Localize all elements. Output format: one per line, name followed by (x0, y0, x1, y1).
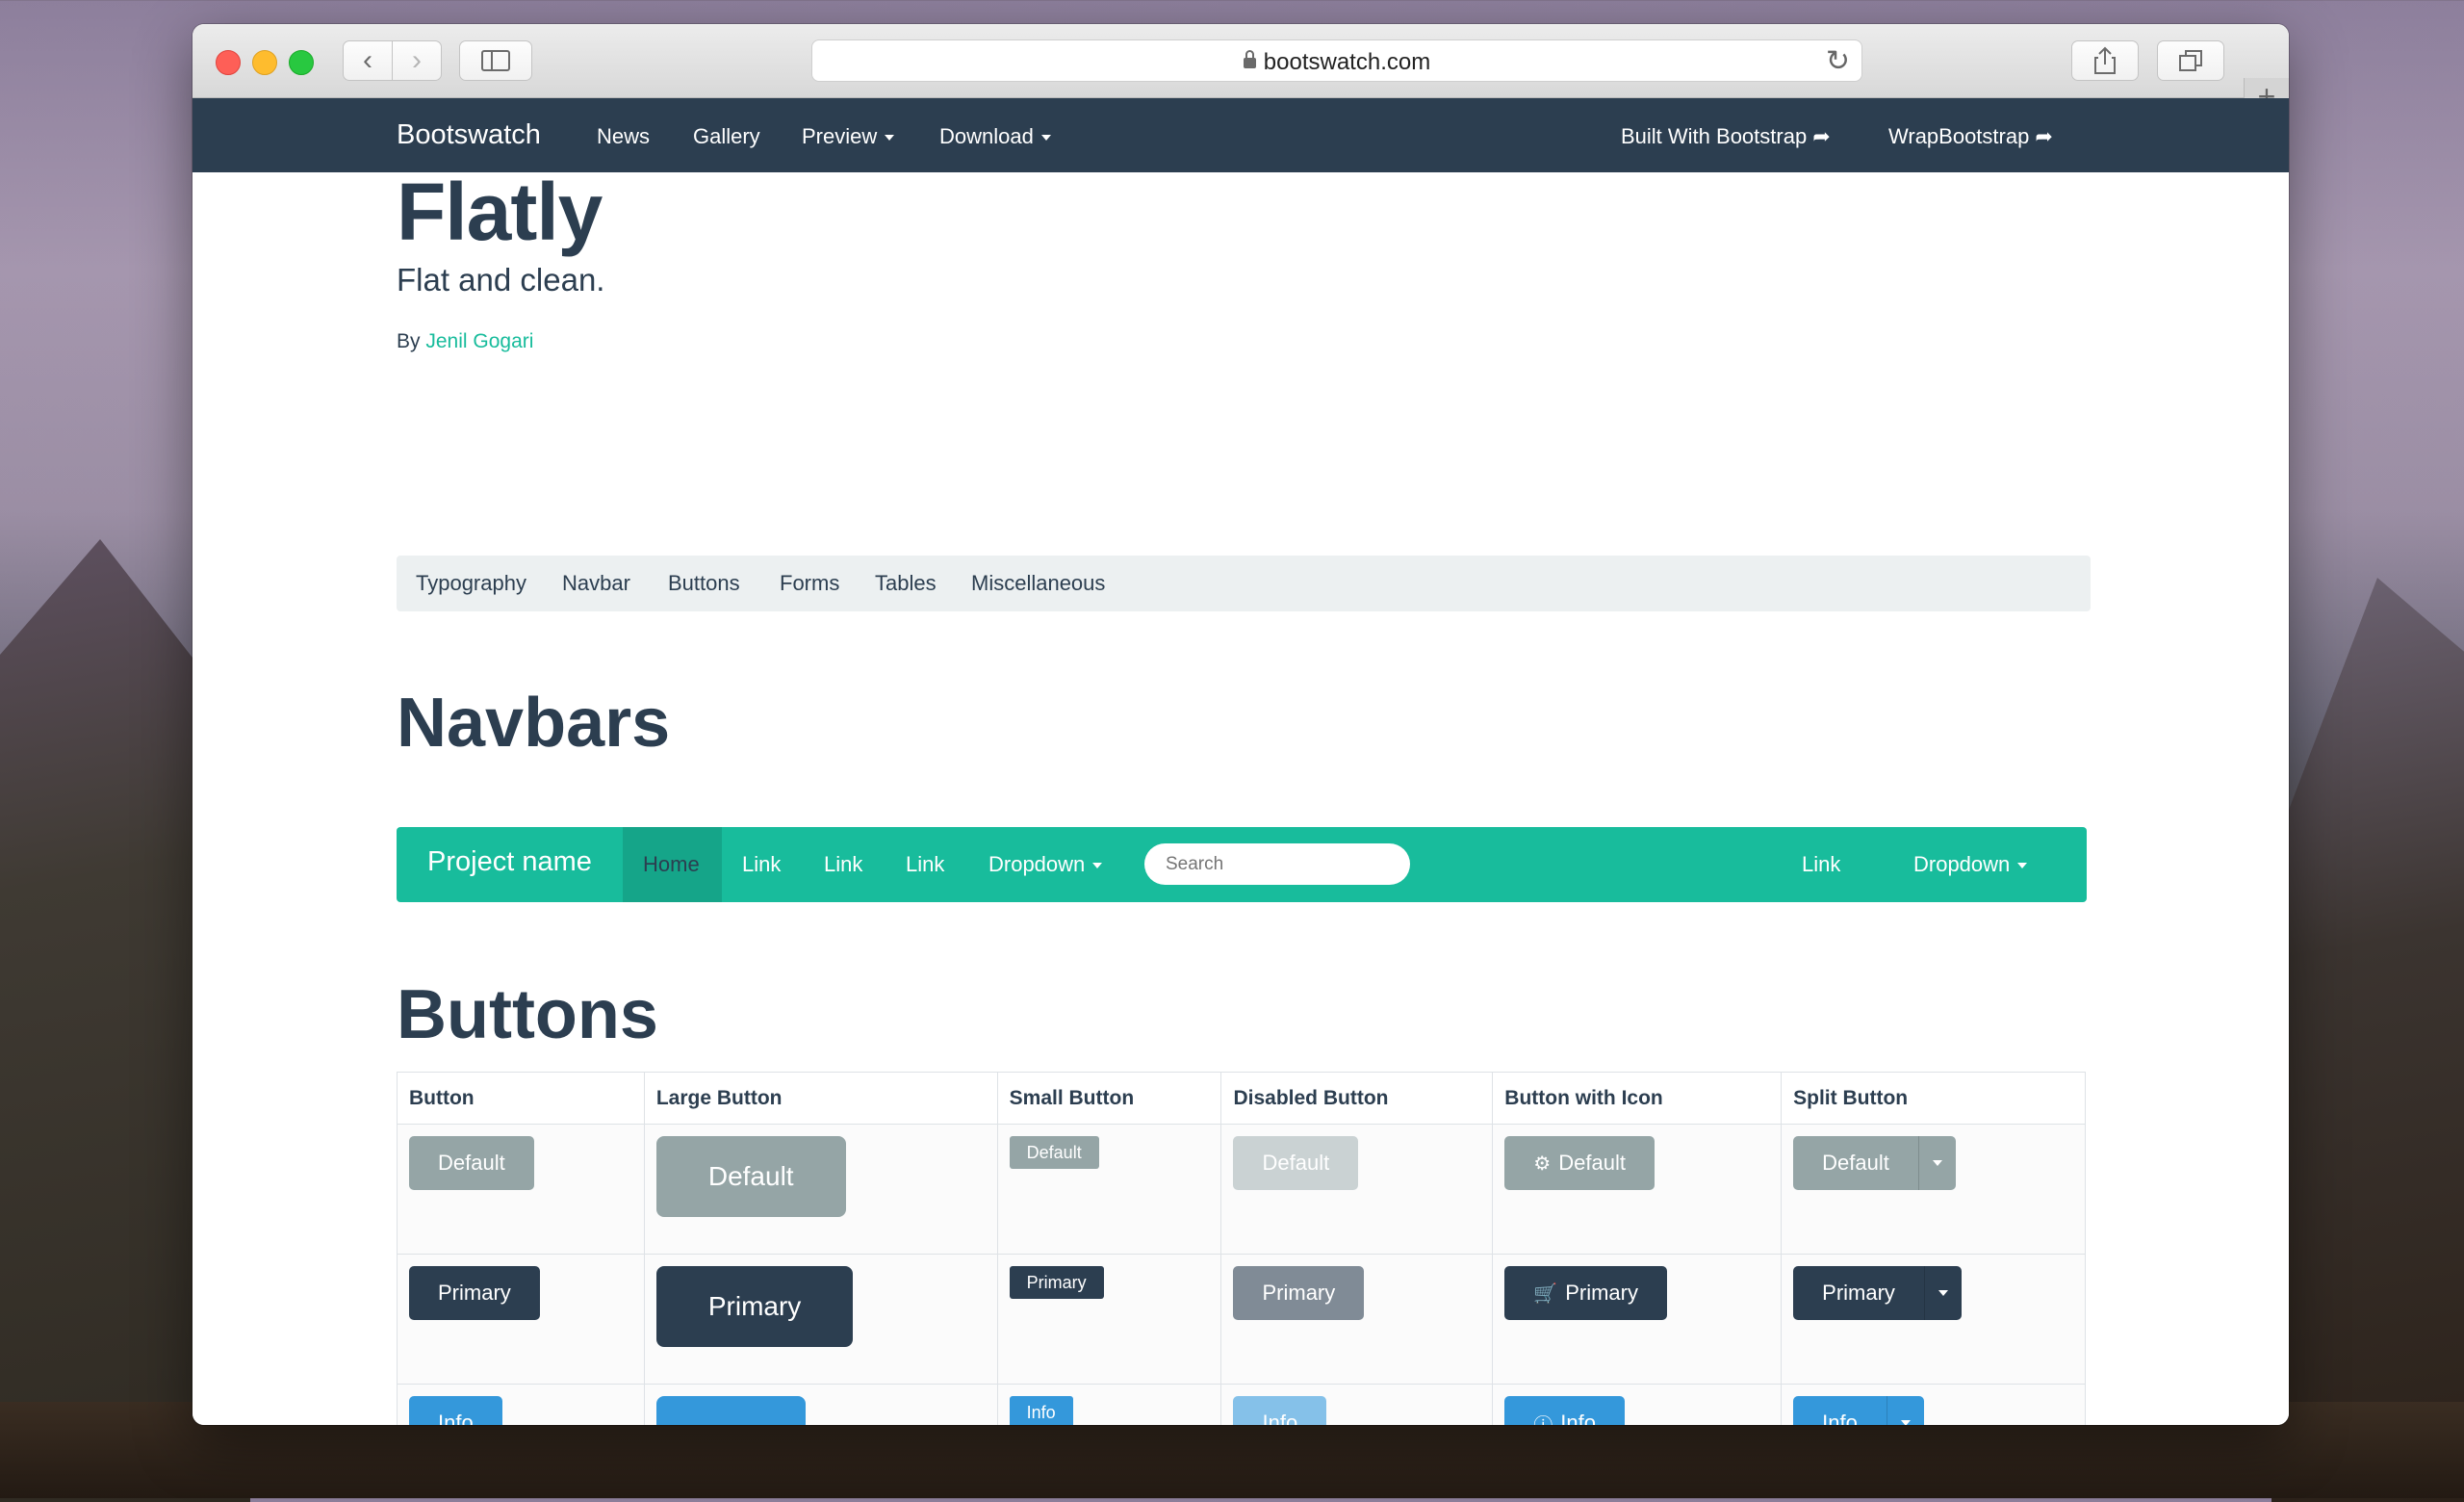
gear-icon: ⚙ (1533, 1152, 1552, 1175)
info-icon-button[interactable]: ⓘInfo (1504, 1396, 1625, 1425)
navbars-heading: Navbars (397, 685, 671, 762)
reload-icon[interactable]: ↻ (1826, 44, 1850, 78)
demo-nav-link-2[interactable]: Link (824, 852, 862, 877)
share-button[interactable] (2071, 40, 2139, 81)
caret-down-icon (885, 135, 895, 142)
demo-nav-link-3[interactable]: Link (906, 852, 944, 877)
info-split-button: Info (1793, 1396, 1924, 1425)
close-window-button[interactable] (216, 50, 241, 75)
default-split-button: Default (1793, 1136, 1956, 1190)
info-small-button[interactable]: Info (1009, 1396, 1073, 1425)
header-small-button: Small Button (996, 1072, 1222, 1125)
share-arrow-icon: ➦ (1812, 124, 1831, 148)
primary-small-button[interactable]: Primary (1009, 1266, 1104, 1299)
subnav-navbar[interactable]: Navbar (562, 571, 630, 596)
primary-split-main[interactable]: Primary (1793, 1266, 1924, 1320)
site-navbar: Bootswatch News Gallery Preview Download… (192, 98, 2289, 172)
nav-preview[interactable]: Preview (802, 124, 895, 149)
sidebar-toggle-button[interactable] (459, 40, 532, 81)
demo-navbar-brand[interactable]: Project name (427, 846, 592, 878)
primary-large-button[interactable]: Primary (655, 1266, 854, 1347)
nav-news[interactable]: News (597, 124, 650, 149)
forward-button[interactable]: › (392, 40, 442, 81)
table-row: Info Info Info Info ⓘInfo Info (397, 1384, 2086, 1425)
address-url: bootswatch.com (1263, 49, 1431, 75)
header-button: Button (397, 1072, 645, 1125)
info-split-toggle[interactable] (1886, 1396, 1924, 1425)
info-circle-icon: ⓘ (1533, 1410, 1553, 1426)
info-split-main[interactable]: Info (1793, 1396, 1886, 1425)
default-split-main[interactable]: Default (1793, 1136, 1918, 1190)
back-button[interactable]: ‹ (343, 40, 393, 81)
demo-search-input[interactable] (1144, 843, 1410, 885)
header-button-with-icon: Button with Icon (1492, 1072, 1783, 1125)
info-disabled-button: Info (1233, 1396, 1327, 1425)
browser-window: ‹ › bootswatch.com ↻ + Bootswatch News G… (192, 24, 2289, 1425)
demo-nav-right-link[interactable]: Link (1802, 852, 1840, 877)
primary-icon-button[interactable]: 🛒 Primary (1504, 1266, 1667, 1320)
lock-icon (1243, 50, 1256, 68)
site-brand[interactable]: Bootswatch (397, 119, 541, 151)
demo-navbar: Project name Home Link Link Link Dropdow… (397, 827, 2087, 902)
primary-disabled-button: Primary (1233, 1266, 1365, 1320)
buttons-table: Button Large Button Small Button Disable… (397, 1072, 2086, 1425)
nav-built-with-bootstrap[interactable]: Built With Bootstrap ➦ (1621, 124, 1831, 149)
caret-down-icon (2017, 863, 2028, 869)
subnav-forms[interactable]: Forms (780, 571, 839, 596)
default-large-button[interactable]: Default (655, 1136, 846, 1217)
table-header-row: Button Large Button Small Button Disable… (397, 1072, 2086, 1125)
header-disabled-button: Disabled Button (1220, 1072, 1494, 1125)
caret-down-icon (1040, 135, 1051, 142)
tabs-overview-button[interactable] (2157, 40, 2224, 81)
zoom-window-button[interactable] (289, 50, 314, 75)
default-split-toggle[interactable] (1917, 1136, 1956, 1190)
demo-nav-home[interactable]: Home (643, 852, 700, 877)
share-icon (2094, 46, 2116, 74)
author-line: By Jenil Gogari (397, 330, 534, 352)
table-row: Primary Primary Primary Primary 🛒 Primary… (397, 1254, 2086, 1385)
demo-nav-dropdown[interactable]: Dropdown (988, 852, 1103, 877)
browser-toolbar: ‹ › bootswatch.com ↻ + (192, 24, 2289, 117)
subnav-tables[interactable]: Tables (875, 571, 937, 596)
chevron-right-icon: › (412, 44, 422, 76)
caret-down-icon (1092, 863, 1103, 869)
buttons-heading: Buttons (397, 976, 658, 1053)
cart-icon: 🛒 (1533, 1282, 1558, 1305)
sidebar-icon (481, 50, 510, 71)
nav-wrapbootstrap[interactable]: WrapBootstrap ➦ (1888, 124, 2053, 149)
primary-button[interactable]: Primary (409, 1266, 540, 1320)
wallpaper-mountain-right (2272, 578, 2464, 1502)
info-button[interactable]: Info (409, 1396, 502, 1425)
nav-download[interactable]: Download (939, 124, 1051, 149)
primary-split-toggle[interactable] (1923, 1266, 1962, 1320)
caret-down-icon (1932, 1160, 1942, 1166)
subnav-buttons[interactable]: Buttons (668, 571, 740, 596)
chevron-left-icon: ‹ (363, 44, 372, 76)
default-button[interactable]: Default (409, 1136, 534, 1190)
page-viewport: Bootswatch News Gallery Preview Download… (192, 98, 2289, 1425)
demo-nav-right-dropdown[interactable]: Dropdown (1913, 852, 2028, 877)
default-disabled-button: Default (1233, 1136, 1359, 1190)
section-subnav: Typography Navbar Buttons Forms Tables M… (397, 556, 2091, 611)
subnav-miscellaneous[interactable]: Miscellaneous (971, 571, 1105, 596)
minimize-window-button[interactable] (252, 50, 277, 75)
caret-down-icon (1938, 1290, 1948, 1296)
primary-split-button: Primary (1793, 1266, 1962, 1320)
subnav-typography[interactable]: Typography (416, 571, 526, 596)
page-title: Flatly (397, 167, 603, 257)
demo-nav-link-1[interactable]: Link (742, 852, 781, 877)
address-bar[interactable]: bootswatch.com ↻ (811, 39, 1862, 82)
caret-down-icon (1900, 1420, 1911, 1425)
header-split-button: Split Button (1781, 1072, 2086, 1125)
info-large-button[interactable]: Info (655, 1396, 806, 1425)
author-link[interactable]: Jenil Gogari (425, 330, 533, 352)
table-row: Default Default Default Default ⚙ Default… (397, 1124, 2086, 1255)
default-small-button[interactable]: Default (1009, 1136, 1099, 1169)
share-arrow-icon: ➦ (2035, 124, 2053, 148)
tabs-icon (2179, 50, 2202, 71)
header-large-button: Large Button (643, 1072, 998, 1125)
default-icon-button[interactable]: ⚙ Default (1504, 1136, 1655, 1190)
nav-gallery[interactable]: Gallery (693, 124, 760, 149)
page-lead: Flat and clean. (397, 262, 605, 298)
